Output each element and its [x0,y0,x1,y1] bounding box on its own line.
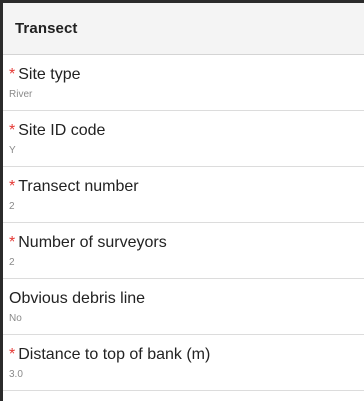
field-value: No [9,313,22,324]
field-value: 2 [9,257,15,268]
field-label-row: * Distance to top of bank (m) [9,346,210,364]
required-marker: * [9,346,16,363]
field-label-row: * Transect number [9,178,139,196]
field-number-of-surveyors[interactable]: * Number of surveyors 2 [3,223,364,279]
field-site-id-code[interactable]: * Site ID code Y [3,111,364,167]
field-label-row: * Site type [9,66,81,84]
required-marker: * [9,234,16,251]
field-value: 3.0 [9,369,23,380]
field-site-type[interactable]: * Site type River [3,55,364,111]
section-title: Transect [15,20,78,37]
field-label: Site ID code [18,122,106,139]
required-marker: * [9,122,16,139]
field-label: Obvious debris line [9,290,146,307]
field-label: Site type [18,66,81,83]
field-label: Distance to top of bank (m) [18,346,211,363]
field-value: Y [9,145,16,156]
section-header: Transect [3,3,364,55]
required-marker: * [9,178,16,195]
field-label-row: Obvious debris line [9,290,145,308]
field-obvious-debris-line[interactable]: Obvious debris line No [3,279,364,335]
required-marker: * [9,66,16,83]
form-screen: Transect * Site type River * Site ID code … [0,0,364,401]
field-distance-to-top-of-bank[interactable]: * Distance to top of bank (m) 3.0 [3,335,364,391]
field-value: 2 [9,201,15,212]
field-label-row: * Number of surveyors [9,234,167,252]
field-label-row: * Site ID code [9,122,105,140]
field-transect-number[interactable]: * Transect number 2 [3,167,364,223]
field-label: Transect number [18,178,139,195]
field-value: River [9,89,33,100]
field-label: Number of surveyors [18,234,167,251]
